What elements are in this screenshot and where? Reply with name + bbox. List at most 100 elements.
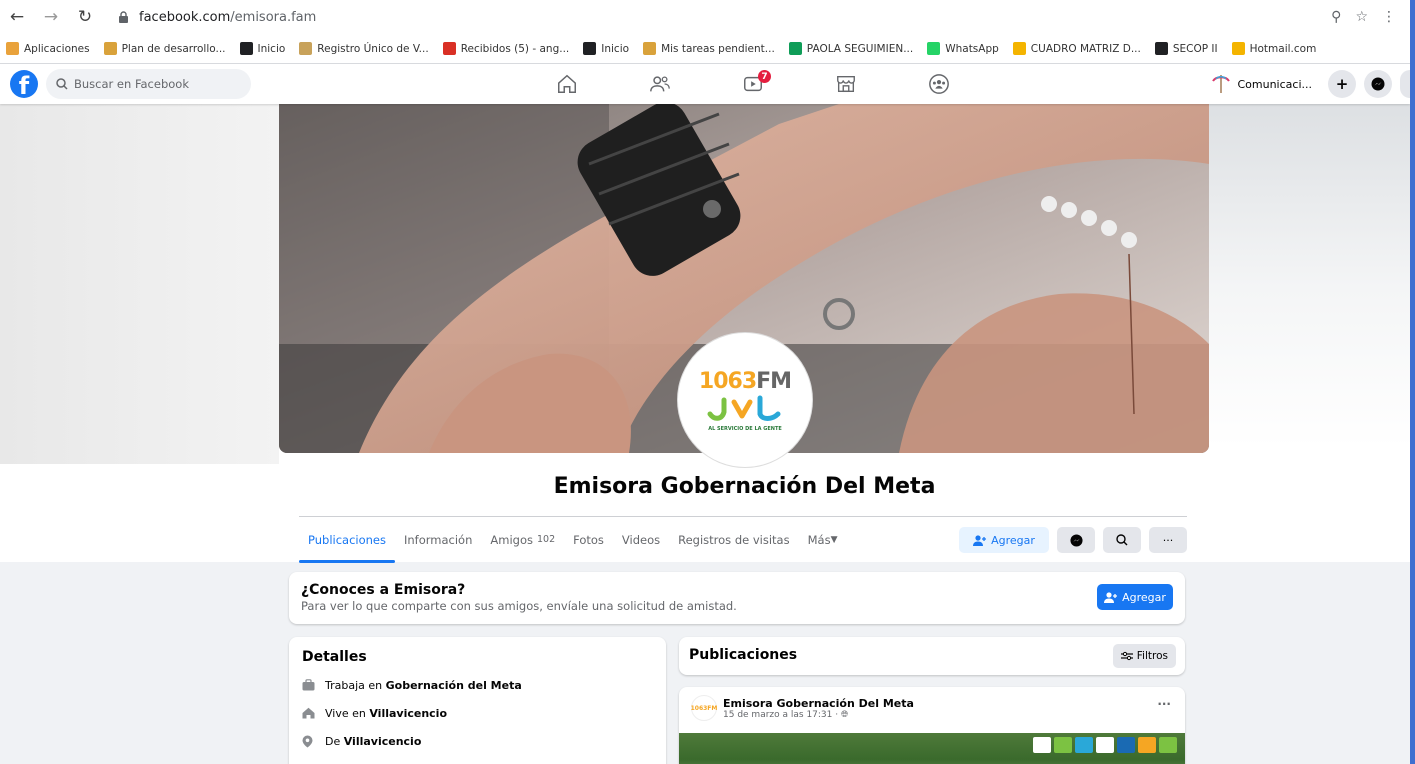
bookmark-label: Plan de desarrollo...: [121, 42, 226, 55]
bookmark-favicon-icon: [6, 42, 19, 55]
friend-request-text: Para ver lo que comparte con sus amigos,…: [301, 599, 737, 613]
post-author-avatar[interactable]: 1063FM: [691, 695, 717, 721]
bookmark-item[interactable]: Plan de desarrollo...: [103, 42, 226, 55]
bookmark-item[interactable]: PAOLA SEGUIMIEN...: [788, 42, 914, 55]
tab-registros-de-visitas[interactable]: Registros de visitas: [669, 517, 798, 563]
bookmark-favicon-icon: [299, 42, 313, 55]
globe-icon: 🌐︎: [840, 709, 849, 720]
tab-más[interactable]: Más ▼: [799, 517, 847, 563]
bookmark-item[interactable]: CUADRO MATRIZ D...: [1012, 42, 1141, 55]
tab-información[interactable]: Información: [395, 517, 481, 563]
profile-picture[interactable]: 1063FM AL SERVICIO DE LA GENTE: [678, 333, 812, 467]
search-input[interactable]: Buscar en Facebook: [46, 69, 251, 99]
detail-link[interactable]: Villavicencio: [369, 707, 447, 720]
bookmark-label: Inicio: [601, 42, 630, 55]
profile-name: Comunicaci...: [1237, 77, 1312, 91]
reload-icon[interactable]: ↻: [76, 7, 94, 27]
bookmark-item[interactable]: WhatsApp: [927, 42, 999, 55]
station-logo: 1063FM: [698, 368, 792, 394]
nav-home[interactable]: [520, 64, 613, 104]
details-title: Detalles: [302, 649, 367, 665]
avatar: [1212, 75, 1231, 93]
detail-link[interactable]: Gobernación del Meta: [386, 679, 522, 692]
tab-amigos[interactable]: Amigos 102: [481, 517, 564, 563]
menu-dots-icon[interactable]: ⋮: [1382, 9, 1396, 25]
bookmark-star-icon[interactable]: ☆: [1355, 9, 1368, 25]
nav-friends[interactable]: [613, 64, 706, 104]
details-card: Detalles Trabaja en Gobernación del Meta…: [289, 637, 666, 764]
detail-item: Trabaja en Gobernación del Meta: [302, 671, 653, 699]
bookmark-item[interactable]: Inicio: [583, 42, 629, 55]
filter-sliders-icon: [1120, 651, 1133, 661]
forward-icon[interactable]: →: [42, 7, 60, 27]
posts-title: Publicaciones: [689, 647, 798, 663]
home-icon: [302, 707, 315, 720]
detail-link[interactable]: Villavicencio: [344, 735, 422, 748]
browser-toolbar: ← → ↻ facebook.com/emisora.fam ⚲ ☆ ⋮: [0, 0, 1410, 34]
bookmark-label: Mis tareas pendient...: [661, 42, 775, 55]
main-navigation: 7: [520, 64, 985, 104]
bookmarks-bar: Aplicaciones Plan de desarrollo... Inicio R…: [0, 34, 1410, 64]
station-tagline: AL SERVICIO DE LA GENTE: [708, 425, 782, 432]
facebook-logo-icon[interactable]: f: [10, 70, 38, 98]
home-icon: [557, 74, 576, 93]
search-placeholder: Buscar en Facebook: [74, 77, 189, 91]
url-path: /emisora.fam: [230, 9, 317, 25]
tab-fotos[interactable]: Fotos: [564, 517, 613, 563]
bookmark-favicon-icon: [442, 42, 456, 55]
zoom-icon[interactable]: ⚲: [1331, 9, 1341, 25]
bookmark-favicon-icon: [583, 42, 597, 55]
bookmark-item[interactable]: Mis tareas pendient...: [643, 42, 775, 55]
search-profile-button[interactable]: [1103, 527, 1141, 553]
post-options-icon[interactable]: ···: [1157, 697, 1171, 711]
bookmark-item[interactable]: Inicio: [239, 42, 285, 55]
bookmark-item[interactable]: SECOP II: [1154, 42, 1218, 55]
marketplace-icon: [836, 75, 855, 93]
briefcase-icon: [302, 678, 315, 692]
create-plus-icon[interactable]: +: [1328, 70, 1356, 98]
post-timestamp[interactable]: 15 de marzo a las 17:31 · 🌐︎: [723, 710, 914, 720]
detail-item: De Villavicencio: [302, 727, 653, 755]
bookmark-label: PAOLA SEGUIMIEN...: [806, 42, 914, 55]
government-logo-icon: [707, 395, 781, 421]
back-icon[interactable]: ←: [8, 7, 26, 27]
facebook-header: f Buscar en Facebook 7 Comunicaci... +: [0, 64, 1410, 104]
messenger-icon[interactable]: [1364, 70, 1392, 98]
bookmark-label: WhatsApp: [945, 42, 999, 55]
friends-count: 102: [536, 534, 556, 545]
post-author-name[interactable]: Emisora Gobernación Del Meta: [723, 697, 914, 710]
bookmark-label: SECOP II: [1172, 42, 1218, 55]
add-friend-button-secondary[interactable]: Agregar: [1097, 584, 1173, 610]
post-card: 1063FM Emisora Gobernación Del Meta 15 d…: [679, 687, 1185, 764]
nav-groups[interactable]: [892, 64, 985, 104]
bookmark-favicon-icon: [788, 42, 802, 55]
watch-notification-badge: 7: [758, 70, 771, 83]
bookmark-item[interactable]: Aplicaciones: [6, 42, 90, 55]
friends-icon: [649, 76, 670, 92]
nav-watch[interactable]: 7: [706, 64, 799, 104]
location-pin-icon: [302, 735, 315, 748]
bookmark-item[interactable]: Hotmail.com: [1231, 42, 1316, 55]
bookmark-label: CUADRO MATRIZ D...: [1030, 42, 1141, 55]
friend-request-card: ¿Conoces a Emisora? Para ver lo que comp…: [289, 572, 1185, 624]
lock-icon: [119, 10, 128, 23]
bookmark-item[interactable]: Recibidos (5) - ang...: [442, 42, 569, 55]
tab-publicaciones[interactable]: Publicaciones: [299, 517, 395, 563]
more-options-button[interactable]: ···: [1149, 527, 1187, 553]
notifications-icon[interactable]: [1400, 70, 1410, 98]
search-icon: [56, 78, 68, 90]
profile-shortcut[interactable]: Comunicaci...: [1207, 70, 1320, 98]
bookmark-favicon-icon: [103, 42, 117, 55]
groups-icon: [928, 74, 949, 94]
bookmark-label: Registro Único de V...: [317, 42, 429, 55]
address-bar[interactable]: facebook.com/emisora.fam: [110, 4, 1315, 30]
bookmark-item[interactable]: Registro Único de V...: [299, 42, 429, 55]
filters-button[interactable]: Filtros: [1112, 644, 1176, 668]
messenger-icon: [1069, 533, 1083, 547]
nav-marketplace[interactable]: [799, 64, 892, 104]
browser-window: ← → ↻ facebook.com/emisora.fam ⚲ ☆ ⋮ Apl…: [0, 0, 1410, 764]
post-image[interactable]: [679, 733, 1185, 764]
message-button[interactable]: [1057, 527, 1095, 553]
tab-videos[interactable]: Videos: [613, 517, 669, 563]
add-friend-button[interactable]: Agregar: [959, 527, 1049, 553]
